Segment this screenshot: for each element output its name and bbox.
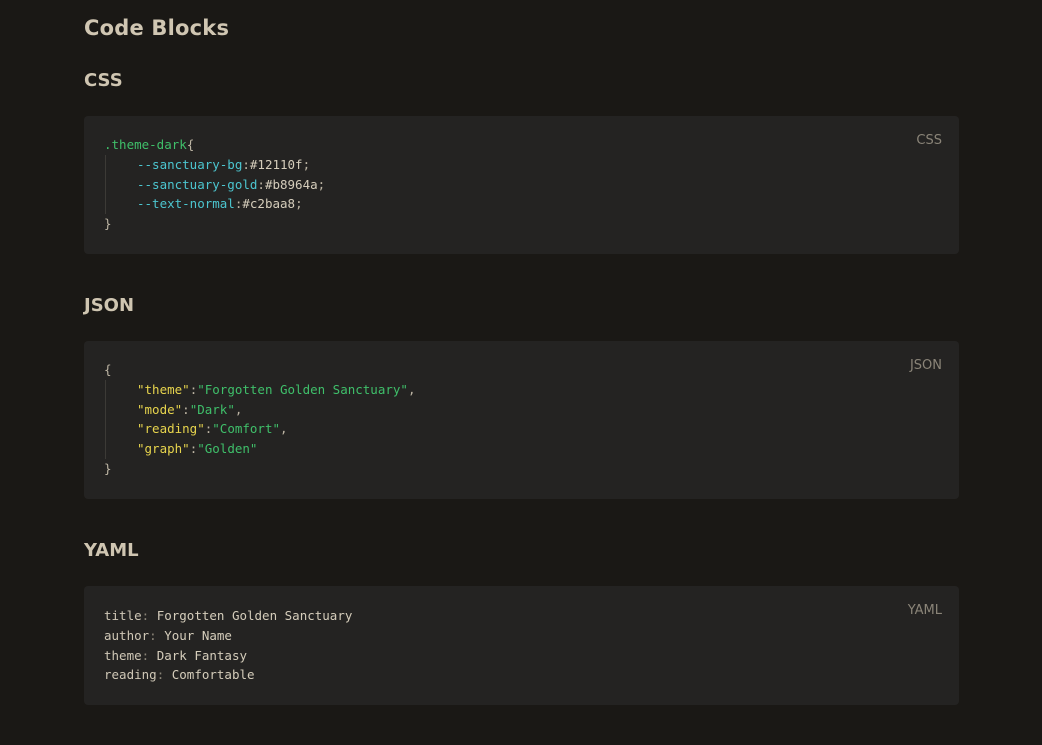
json-value: "Dark" bbox=[189, 401, 235, 417]
json-value: "Comfort" bbox=[212, 421, 280, 437]
code-line: } bbox=[104, 460, 112, 476]
css-selector: .theme-dark bbox=[104, 137, 187, 152]
json-heading: JSON bbox=[84, 295, 135, 316]
code-line: } bbox=[104, 216, 112, 232]
css-language-label: CSS bbox=[916, 133, 942, 148]
code-line: author: Your Name bbox=[104, 627, 232, 643]
json-key: "theme" bbox=[137, 381, 190, 397]
css-value: #b8964a bbox=[264, 176, 318, 192]
css-value: #c2baa8 bbox=[242, 196, 296, 212]
json-key: "graph" bbox=[137, 441, 190, 457]
yaml-value: Comfortable bbox=[171, 667, 255, 683]
css-property: --sanctuary-gold bbox=[137, 176, 258, 192]
code-line: "theme":"Forgotten Golden Sanctuary", bbox=[104, 379, 939, 400]
json-language-label: JSON bbox=[909, 358, 942, 373]
code-line: "mode":"Dark", bbox=[104, 399, 939, 420]
code-line: theme: Dark Fantasy bbox=[104, 647, 248, 663]
yaml-heading: YAML bbox=[84, 540, 139, 561]
yaml-key: theme bbox=[104, 647, 142, 663]
page-title: Code Blocks bbox=[84, 16, 230, 40]
code-line: --sanctuary-bg:#12110f; bbox=[104, 154, 939, 175]
code-line: --text-normal:#c2baa8; bbox=[104, 194, 939, 215]
json-key: "reading" bbox=[137, 421, 205, 437]
code-line: { bbox=[104, 362, 112, 377]
css-property: --text-normal bbox=[137, 196, 235, 212]
css-heading: CSS bbox=[84, 70, 123, 91]
css-property: --sanctuary-bg bbox=[137, 156, 243, 172]
yaml-key: reading bbox=[104, 667, 157, 683]
yaml-key: author bbox=[104, 627, 150, 643]
json-key: "mode" bbox=[137, 401, 183, 417]
code-line: "graph":"Golden" bbox=[104, 439, 939, 459]
yaml-value: Dark Fantasy bbox=[156, 647, 248, 663]
yaml-language-label: YAML bbox=[907, 603, 942, 618]
yaml-value: Forgotten Golden Sanctuary bbox=[156, 608, 353, 623]
json-code-block[interactable]: JSON { "theme":"Forgotten Golden Sanctua… bbox=[84, 341, 959, 499]
code-line: .theme-dark{ bbox=[104, 137, 195, 152]
code-line: reading: Comfortable bbox=[104, 667, 255, 683]
css-code-block[interactable]: CSS .theme-dark{ --sanctuary-bg:#12110f;… bbox=[84, 116, 959, 254]
yaml-value: Your Name bbox=[164, 627, 232, 643]
yaml-key: title bbox=[104, 608, 142, 623]
page: Code Blocks CSS CSS .theme-dark{ --sanct… bbox=[0, 0, 1042, 745]
code-line: --sanctuary-gold:#b8964a; bbox=[104, 174, 939, 195]
yaml-code-block[interactable]: YAML title: Forgotten Golden Sanctuary a… bbox=[84, 586, 959, 705]
css-value: #12110f bbox=[249, 156, 303, 172]
code-line: "reading":"Comfort", bbox=[104, 419, 939, 440]
json-value: "Golden" bbox=[197, 441, 258, 457]
code-line: title: Forgotten Golden Sanctuary bbox=[104, 608, 353, 623]
json-value: "Forgotten Golden Sanctuary" bbox=[197, 381, 408, 397]
